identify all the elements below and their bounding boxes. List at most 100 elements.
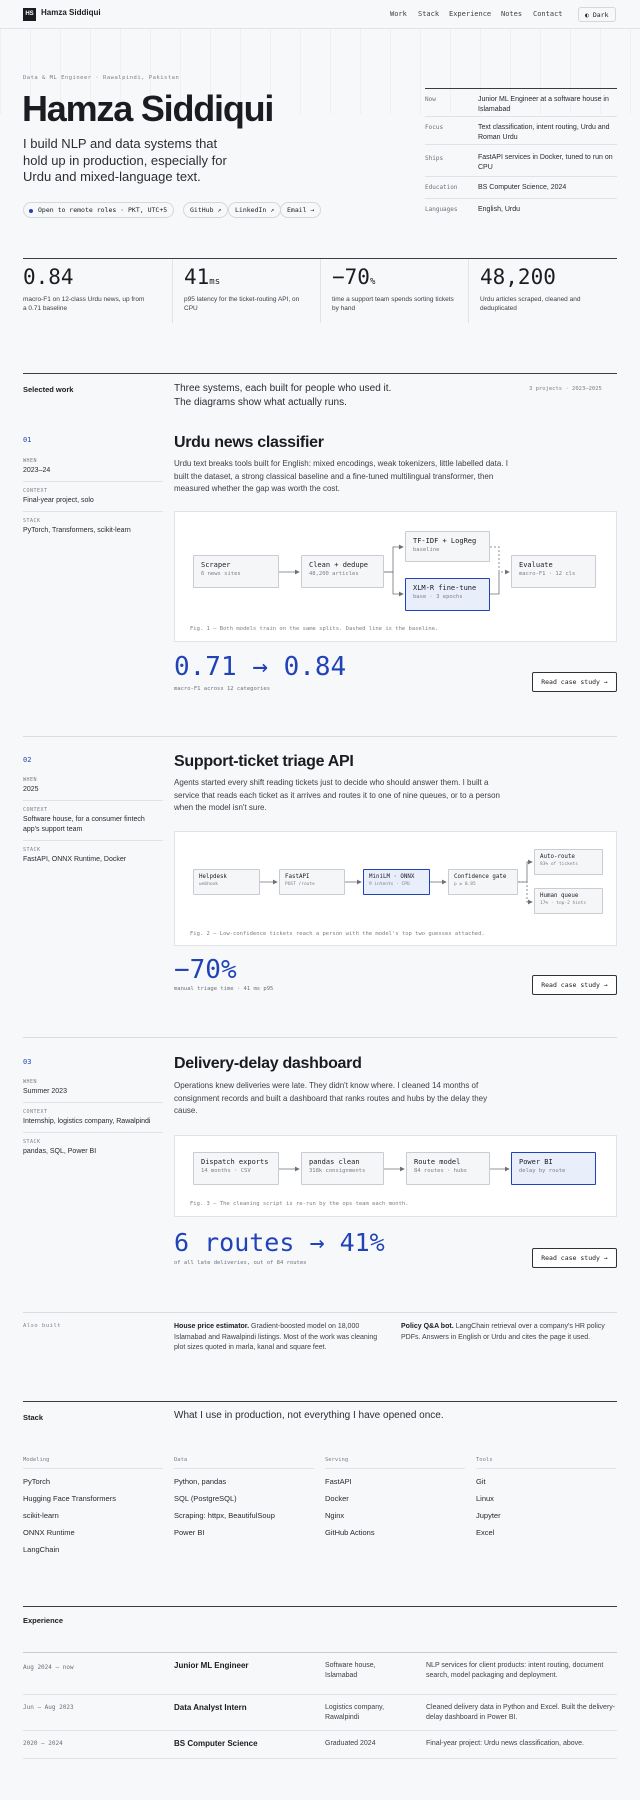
github-link[interactable]: GitHub ↗ (183, 202, 229, 218)
figure-caption: Fig. 1 — Both models train on the same s… (190, 626, 439, 632)
nav-link-work[interactable]: Work (390, 10, 407, 18)
project-meta: WHEN 2025 CONTEXT Software house, for a … (23, 777, 163, 865)
nav-link-notes[interactable]: Notes (501, 10, 522, 18)
linkedin-link[interactable]: LinkedIn ↗ (228, 202, 282, 218)
section-heading-work: Selected work (23, 385, 74, 394)
nav-link-contact[interactable]: Contact (533, 10, 563, 18)
fact-value: BS Computer Science, 2024 (478, 184, 567, 191)
stack-item: Python, pandas (174, 1477, 227, 1486)
project-description: Urdu text breaks tools built for English… (174, 459, 508, 493)
meta-when: Summer 2023 (23, 1088, 67, 1095)
project-result-caption: manual triage time · 41 ms p95 (174, 986, 274, 992)
project-title[interactable]: Delivery-delay dashboard (174, 1055, 362, 1073)
experience-row: 2020 – 2024 BS Computer Science Graduate… (23, 1730, 617, 1759)
fact-key: Now (425, 96, 436, 103)
hero-tagline: I build NLP and data systems that hold u… (23, 136, 227, 184)
hero-eyebrow: Data & ML Engineer · Rawalpindi, Pakista… (23, 75, 180, 81)
read-case-study-button[interactable]: Read case study → (532, 1248, 617, 1268)
stack-column-data: Data Python, pandas SQL (PostgreSQL) Scr… (174, 1457, 314, 1537)
stack-item: Scraping: httpx, BeautifulSoup (174, 1511, 275, 1520)
node-power-bi: Power BI delay by route (511, 1152, 596, 1185)
nav-link-experience[interactable]: Experience (449, 10, 491, 18)
logo-icon[interactable]: HS (23, 8, 36, 21)
node-clean-dedupe: Clean + dedupe 48,200 articles (301, 555, 384, 588)
read-case-study-button[interactable]: Read case study → (532, 975, 617, 995)
experience-place: Graduated 2024 (325, 1740, 376, 1747)
project-meta: WHEN Summer 2023 CONTEXT Internship, log… (23, 1079, 163, 1157)
meta-label: CONTEXT (23, 807, 48, 813)
stat-caption: Urdu articles scraped, cleaned and dedup… (480, 296, 581, 312)
hero-name: Hamza Siddiqui (22, 88, 274, 129)
meta-label: WHEN (23, 1079, 38, 1085)
also-built-item: House price estimator. Gradient-boosted … (174, 1322, 384, 1354)
status-dot-icon (29, 209, 33, 213)
fact-ships: Ships FastAPI services in Docker, tuned … (425, 144, 617, 176)
meta-stack: pandas, SQL, Power BI (23, 1148, 97, 1155)
stack-item: Jupyter (476, 1511, 501, 1520)
fact-key: Ships (425, 155, 444, 162)
project-description: Operations knew deliveries were late. Th… (174, 1081, 488, 1115)
stack-item: Docker (325, 1494, 349, 1503)
also-built-label: Also built (23, 1323, 62, 1329)
stack-item: SQL (PostgreSQL) (174, 1494, 237, 1503)
fact-key: Education (425, 184, 458, 191)
experience-row: Aug 2024 – now Junior ML Engineer Softwa… (23, 1652, 617, 1694)
stack-item: PyTorch (23, 1477, 51, 1486)
stat-triage: −70% time a support team spends sorting … (320, 259, 468, 323)
node-helpdesk: Helpdesk webhook (193, 869, 260, 895)
meta-context: Internship, logistics company, Rawalpind… (23, 1118, 151, 1125)
read-case-study-button[interactable]: Read case study → (532, 672, 617, 692)
stack-item: ONNX Runtime (23, 1528, 75, 1537)
experience-notes: NLP services for client products: intent… (426, 1662, 604, 1679)
fact-value: English, Urdu (478, 206, 521, 213)
stack-item: Git (476, 1477, 486, 1486)
stack-item: Power BI (174, 1528, 205, 1537)
stack-item: scikit-learn (23, 1511, 59, 1520)
experience-row: Jun – Aug 2023 Data Analyst Intern Logis… (23, 1694, 617, 1730)
project-result: −70% (174, 955, 237, 985)
node-scraper: Scraper 6 news sites (193, 555, 279, 588)
status-pill-label: Open to remote roles · PKT, UTC+5 (38, 206, 168, 214)
meta-label: CONTEXT (23, 488, 48, 494)
project-result: 6 routes → 41% (174, 1228, 385, 1257)
project-title[interactable]: Support-ticket triage API (174, 753, 354, 771)
section-heading-experience: Experience (23, 1616, 64, 1625)
stack-item: GitHub Actions (325, 1528, 375, 1537)
figure-caption: Fig. 2 — Low-confidence tickets reach a … (190, 931, 485, 937)
also-built-title: Policy Q&A bot. (401, 1323, 454, 1330)
brand-name[interactable]: Hamza Siddiqui (41, 8, 101, 17)
email-link[interactable]: Email → (280, 202, 322, 218)
meta-label: STACK (23, 1139, 41, 1145)
half-circle-icon: ◐ (585, 11, 589, 19)
fact-key: Languages (425, 206, 458, 213)
stat-number: 41ms (184, 265, 221, 289)
stat-number: −70% (332, 265, 376, 289)
stack-item: Hugging Face Transformers (23, 1494, 116, 1503)
top-nav: HS Hamza Siddiqui Work Stack Experience … (0, 0, 640, 29)
project-number: 01 (23, 436, 32, 444)
meta-label: WHEN (23, 458, 38, 464)
experience-place: Logistics company, Rawalpindi (325, 1704, 385, 1721)
meta-context: Final-year project, solo (23, 497, 94, 504)
stat-number: 48,200 (480, 265, 556, 289)
node-xlmr-finetune: XLM-R fine-tune base · 3 epochs (405, 578, 490, 611)
nav-link-stack[interactable]: Stack (418, 10, 439, 18)
node-evaluate: Evaluate macro-F1 · 12 cls (511, 555, 596, 588)
experience-role: BS Computer Science (174, 1739, 258, 1748)
stack-column-heading: Tools (476, 1457, 616, 1469)
project-title[interactable]: Urdu news classifier (174, 434, 324, 452)
fact-value: Junior ML Engineer at a software house i… (478, 96, 609, 113)
stack-intro: What I use in production, not everything… (174, 1410, 444, 1421)
node-dispatch-exports: Dispatch exports 14 months · CSV (193, 1152, 279, 1185)
project-meta: WHEN 2023–24 CONTEXT Final-year project,… (23, 458, 163, 536)
project-number: 03 (23, 1058, 32, 1066)
stack-column-modeling: Modeling PyTorch Hugging Face Transforme… (23, 1457, 163, 1554)
experience-dates: Jun – Aug 2023 (23, 1704, 74, 1711)
meta-stack: PyTorch, Transformers, scikit-learn (23, 527, 131, 534)
meta-context: Software house, for a consumer fintech a… (23, 816, 145, 833)
theme-toggle-button[interactable]: ◐ Dark (578, 7, 616, 22)
stack-item: LangChain (23, 1545, 60, 1554)
experience-role: Data Analyst Intern (174, 1703, 247, 1712)
meta-label: WHEN (23, 777, 38, 783)
stack-column-serving: Serving FastAPI Docker Nginx GitHub Acti… (325, 1457, 465, 1537)
